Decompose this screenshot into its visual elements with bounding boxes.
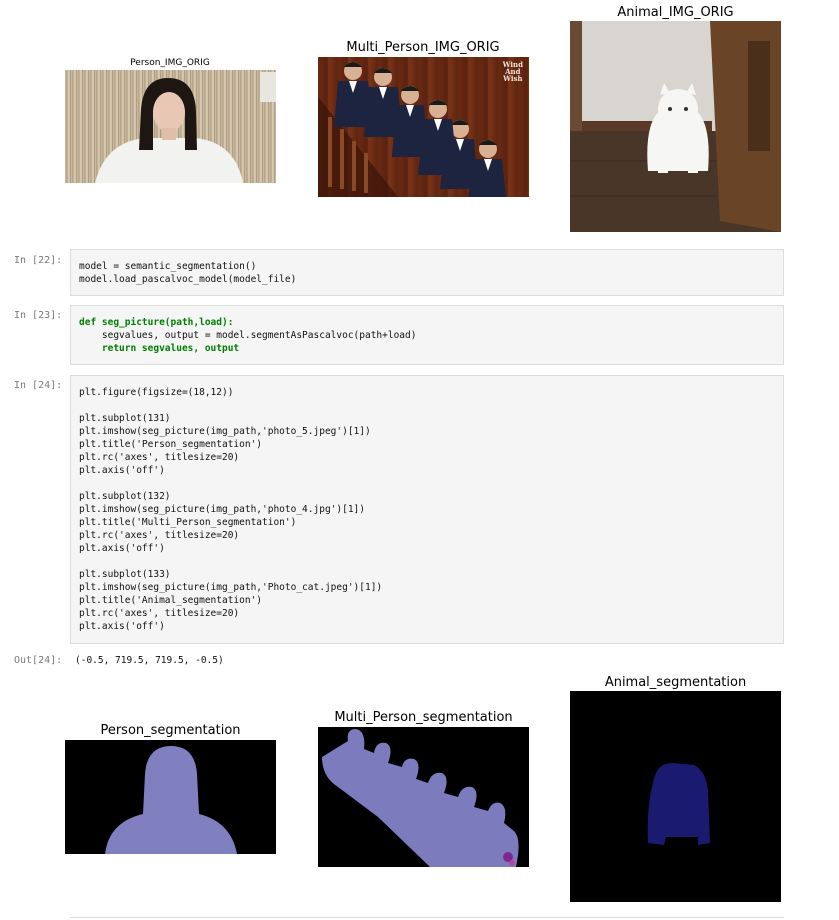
code-cell-24-source: plt.figure(figsize=(18,12)) plt.subplot(… [79,387,383,632]
poster-logo-text: Wind And Wish [502,60,523,83]
person-photo-illustration [65,70,276,183]
cell-bottom-divider [70,917,784,918]
multi-person-orig-image: Wind And Wish [318,57,529,197]
multi-person-orig-title: Multi_Person_IMG_ORIG [346,40,500,55]
code-cell-23-source: def seg_picture(path,load): segvalues, o… [79,317,417,354]
multi-person-seg-title: Multi_Person_segmentation [334,710,513,725]
code-cell-22-source: model = semantic_segmentation() model.lo… [79,261,297,285]
person-orig-title: Person_IMG_ORIG [130,58,210,68]
cat-photo-illustration [570,21,781,232]
person-seg-title: Person_segmentation [100,723,241,738]
code-cell-24[interactable]: plt.figure(figsize=(18,12)) plt.subplot(… [70,375,784,644]
person-orig-image [65,70,276,183]
output-24-text: (-0.5, 719.5, 719.5, -0.5) [75,655,224,666]
cell-24-prompt: In [24]: [14,380,63,391]
animal-seg-title: Animal_segmentation [604,675,747,690]
cell-23-prompt: In [23]: [14,310,63,321]
animal-seg-image [570,691,781,902]
cell-22-prompt: In [22]: [14,255,63,266]
output-24-prompt: Out[24]: [14,655,63,666]
person-seg-image [65,740,276,854]
multi-person-seg-image [318,727,529,867]
person-mask-shape [105,746,237,854]
multi-person-mask-shape [322,729,519,867]
animal-orig-image [570,21,781,232]
group-photo-illustration [318,62,506,197]
animal-orig-title: Animal_IMG_ORIG [617,5,734,20]
code-cell-23[interactable]: def seg_picture(path,load): segvalues, o… [70,305,784,365]
code-cell-22[interactable]: model = semantic_segmentation() model.lo… [70,249,784,296]
cat-mask-shape [647,763,710,845]
